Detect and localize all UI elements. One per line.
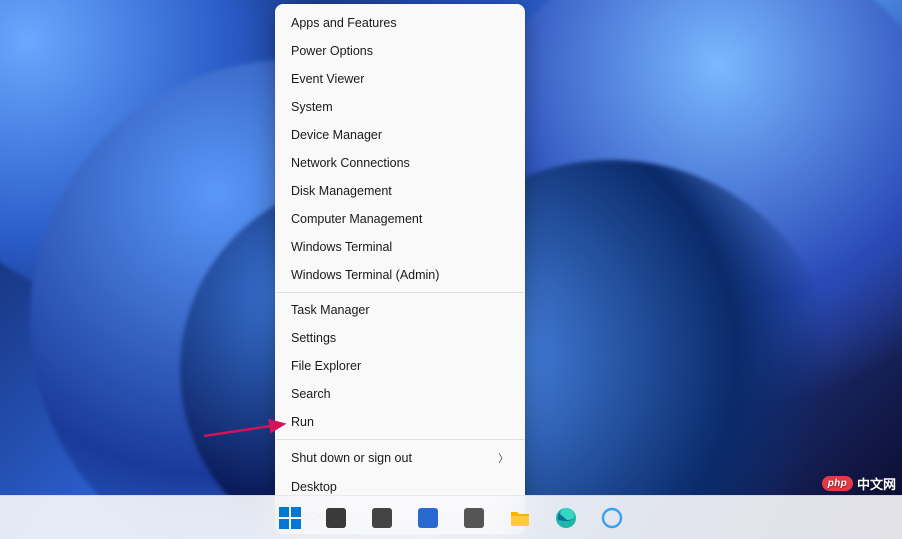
- taskbar-edge[interactable]: [546, 498, 586, 538]
- folder-icon: [508, 506, 532, 530]
- menu-item-event-viewer[interactable]: Event Viewer: [275, 65, 525, 93]
- menu-item-search[interactable]: Search: [275, 380, 525, 408]
- menu-label: Windows Terminal (Admin): [291, 268, 439, 282]
- taskbar-cortana[interactable]: [592, 498, 632, 538]
- taskbar-app-1[interactable]: [316, 498, 356, 538]
- menu-label: Network Connections: [291, 156, 410, 170]
- menu-item-device-manager[interactable]: Device Manager: [275, 121, 525, 149]
- menu-separator: [276, 292, 524, 293]
- taskbar-app-4[interactable]: [454, 498, 494, 538]
- app-icon: [370, 506, 394, 530]
- menu-label: Search: [291, 387, 331, 401]
- menu-label: Apps and Features: [291, 16, 397, 30]
- edge-icon: [554, 506, 578, 530]
- menu-item-network-connections[interactable]: Network Connections: [275, 149, 525, 177]
- app-icon: [324, 506, 348, 530]
- menu-label: Settings: [291, 331, 336, 345]
- menu-item-task-manager[interactable]: Task Manager: [275, 296, 525, 324]
- menu-label: Run: [291, 415, 314, 429]
- watermark-badge: php: [822, 476, 853, 491]
- windows-logo-icon: [279, 507, 301, 529]
- menu-label: Windows Terminal: [291, 240, 392, 254]
- taskbar: [0, 495, 902, 539]
- menu-label: Computer Management: [291, 212, 422, 226]
- menu-item-run[interactable]: Run: [275, 408, 525, 436]
- menu-item-file-explorer[interactable]: File Explorer: [275, 352, 525, 380]
- menu-label: Desktop: [291, 480, 337, 494]
- menu-label: Disk Management: [291, 184, 392, 198]
- winx-context-menu: Apps and Features Power Options Event Vi…: [275, 4, 525, 534]
- menu-label: Shut down or sign out: [291, 451, 412, 465]
- watermark: php 中文网: [822, 474, 896, 493]
- taskbar-app-3[interactable]: [408, 498, 448, 538]
- menu-label: System: [291, 100, 333, 114]
- menu-label: Device Manager: [291, 128, 382, 142]
- menu-item-windows-terminal-admin[interactable]: Windows Terminal (Admin): [275, 261, 525, 289]
- menu-label: Task Manager: [291, 303, 370, 317]
- menu-separator: [276, 439, 524, 440]
- menu-item-settings[interactable]: Settings: [275, 324, 525, 352]
- cortana-icon: [600, 506, 624, 530]
- menu-item-computer-management[interactable]: Computer Management: [275, 205, 525, 233]
- menu-item-power-options[interactable]: Power Options: [275, 37, 525, 65]
- menu-label: Power Options: [291, 44, 373, 58]
- taskbar-file-explorer[interactable]: [500, 498, 540, 538]
- start-button[interactable]: [270, 498, 310, 538]
- menu-label: File Explorer: [291, 359, 361, 373]
- menu-item-system[interactable]: System: [275, 93, 525, 121]
- chevron-right-icon: 〉: [498, 450, 509, 466]
- menu-item-apps-and-features[interactable]: Apps and Features: [275, 9, 525, 37]
- app-icon: [462, 506, 486, 530]
- menu-item-disk-management[interactable]: Disk Management: [275, 177, 525, 205]
- watermark-text: 中文网: [857, 474, 896, 493]
- app-icon: [416, 506, 440, 530]
- menu-label: Event Viewer: [291, 72, 364, 86]
- menu-item-windows-terminal[interactable]: Windows Terminal: [275, 233, 525, 261]
- taskbar-app-2[interactable]: [362, 498, 402, 538]
- menu-item-shut-down-or-sign-out[interactable]: Shut down or sign out 〉: [275, 443, 525, 473]
